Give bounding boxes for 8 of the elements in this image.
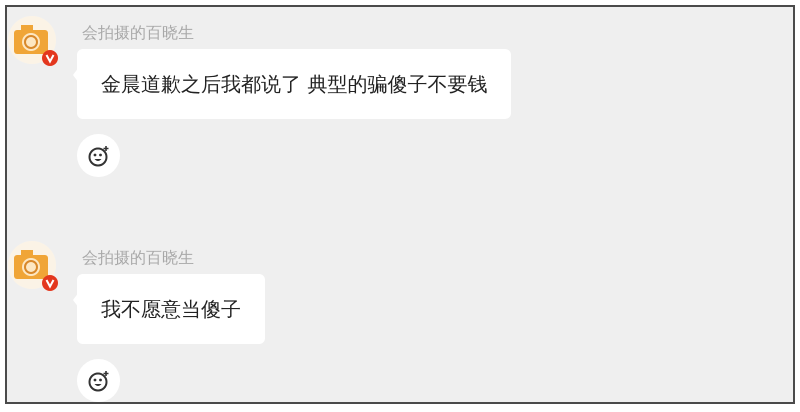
avatar-icon[interactable] (8, 241, 56, 289)
emoji-reaction-button[interactable] (77, 359, 120, 402)
avatar-icon[interactable] (8, 16, 56, 64)
smiley-plus-icon (86, 144, 110, 168)
sender-name[interactable]: 会拍摄的百晓生 (82, 22, 194, 44)
smiley-plus-icon (86, 368, 110, 392)
sender-name[interactable]: 会拍摄的百晓生 (82, 247, 194, 269)
emoji-reaction-button[interactable] (77, 134, 120, 177)
